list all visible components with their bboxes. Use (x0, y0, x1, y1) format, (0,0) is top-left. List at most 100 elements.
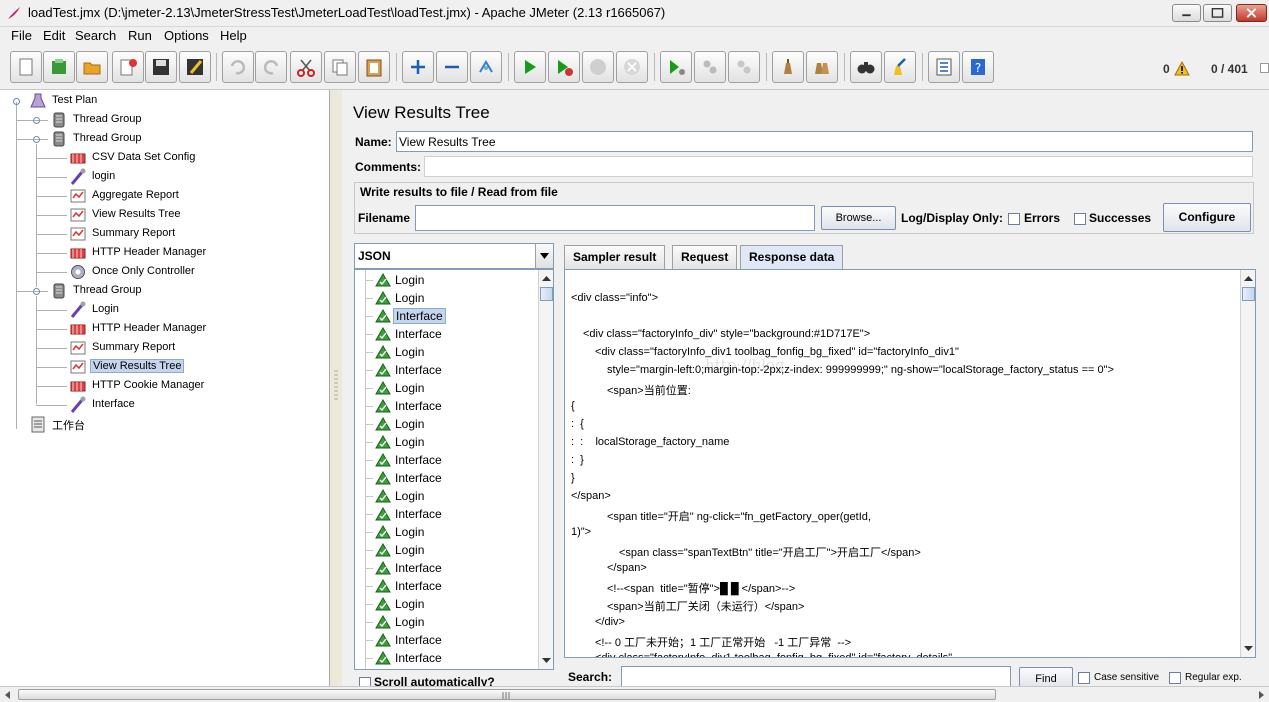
browse-button[interactable]: Browse... (821, 206, 896, 230)
thread-counter: 0 / 401 (1211, 62, 1248, 76)
success-triangle-icon (375, 363, 391, 377)
templates-button[interactable] (43, 51, 75, 83)
shutdown-button[interactable] (616, 51, 648, 83)
scroll-left-icon[interactable] (3, 690, 13, 700)
response-data-viewer[interactable]: http://blog. <div class="info"> <div clas… (564, 269, 1256, 658)
maximize-button[interactable] (1203, 4, 1232, 22)
tree-line (36, 253, 67, 254)
search-button[interactable] (850, 51, 882, 83)
scroll-thumb[interactable] (1242, 287, 1255, 301)
save-as-button[interactable] (179, 51, 211, 83)
result-item-label: Interface (395, 327, 442, 341)
tab-response-data[interactable]: Response data (740, 245, 844, 269)
toggle-button[interactable] (470, 51, 502, 83)
panel-title: View Results Tree (353, 103, 490, 122)
results-scrollbar[interactable] (538, 270, 553, 669)
scroll-thumb[interactable] (540, 287, 553, 301)
start-no-pauses-button[interactable] (548, 51, 580, 83)
bottom-scrollbar[interactable] (0, 686, 1269, 702)
menu-edit[interactable]: Edit (43, 28, 65, 43)
remote-start-button[interactable] (660, 51, 692, 83)
menu-file[interactable]: File (11, 28, 32, 43)
remote-stop-button[interactable] (694, 51, 726, 83)
name-field[interactable]: View Results Tree (396, 131, 1253, 152)
minimize-button[interactable] (1172, 4, 1201, 22)
response-line: style="margin-left:0;margin-top:-2px;z-i… (607, 364, 1114, 376)
open-button[interactable] (76, 51, 108, 83)
warning-icon[interactable] (1174, 61, 1190, 76)
stop-button[interactable] (582, 51, 614, 83)
successes-checkbox[interactable] (1074, 213, 1086, 225)
cut-button[interactable] (290, 51, 322, 83)
close-window-button[interactable] (1236, 4, 1267, 22)
result-item-label: Interface (395, 633, 442, 647)
collapse-all-button[interactable] (436, 51, 468, 83)
renderer-dropdown-button[interactable] (535, 244, 553, 268)
menu-search[interactable]: Search (75, 28, 116, 43)
response-line: </span> (607, 562, 647, 574)
paste-button[interactable] (358, 51, 390, 83)
scroll-down-icon[interactable] (540, 654, 553, 667)
close-button[interactable] (112, 51, 144, 83)
tree-line (365, 478, 373, 479)
comments-field[interactable] (424, 156, 1253, 177)
filename-field[interactable] (415, 205, 815, 231)
tree-line (36, 386, 67, 387)
errors-checkbox[interactable] (1008, 213, 1020, 225)
case-sensitive-checkbox[interactable] (1078, 672, 1090, 684)
split-pane-divider[interactable] (331, 90, 341, 686)
configure-button[interactable]: Configure (1163, 203, 1251, 232)
tree-toggle-icon[interactable] (12, 97, 21, 106)
scroll-down-icon[interactable] (1242, 642, 1255, 655)
expand-all-button[interactable] (402, 51, 434, 83)
remote-shutdown-button[interactable] (728, 51, 760, 83)
status-indicator (1260, 63, 1269, 73)
tab-sampler-result[interactable]: Sampler result (564, 245, 666, 269)
scroll-up-icon[interactable] (540, 272, 553, 285)
scroll-up-icon[interactable] (1242, 272, 1255, 285)
new-button[interactable] (10, 51, 42, 83)
success-triangle-icon (375, 597, 391, 611)
reset-search-button[interactable] (884, 51, 916, 83)
scroll-right-icon[interactable] (1256, 690, 1266, 700)
response-line: <!--<span title="暂停">█ █ </span>--> (607, 583, 796, 595)
response-line: <span>当前工厂关闭（未运行）</span> (607, 601, 805, 613)
scroll-thumb[interactable] (18, 689, 996, 700)
tree-toggle-icon[interactable] (32, 116, 41, 125)
save-icon (153, 59, 169, 75)
start-button[interactable] (514, 51, 546, 83)
success-triangle-icon (375, 435, 391, 449)
config-icon (70, 381, 86, 392)
sampler-icon (70, 168, 86, 185)
renderer-select[interactable]: JSON (354, 243, 554, 269)
tree-toggle-icon[interactable] (32, 135, 41, 144)
redo-button[interactable] (255, 51, 287, 83)
menu-run[interactable]: Run (128, 28, 152, 43)
menu-help[interactable]: Help (220, 28, 247, 43)
clear-all-button[interactable] (806, 51, 838, 83)
regular-exp-checkbox[interactable] (1169, 672, 1181, 684)
help-button[interactable]: ? (962, 51, 994, 83)
clear-button[interactable] (772, 51, 804, 83)
svg-text:?: ? (975, 61, 981, 75)
tree-line (365, 550, 373, 551)
tree-line (365, 370, 373, 371)
success-triangle-icon (375, 543, 391, 557)
tab-request[interactable]: Request (672, 245, 738, 269)
search-input[interactable] (621, 666, 1011, 688)
undo-button[interactable] (222, 51, 254, 83)
write-results-group: Write results to file / Read from file F… (354, 182, 1254, 234)
tree-line (365, 406, 373, 407)
save-button[interactable] (145, 51, 177, 83)
tree-node-label: Test Plan (52, 94, 98, 106)
response-scrollbar[interactable] (1240, 270, 1255, 657)
menu-options[interactable]: Options (164, 28, 209, 43)
copy-button[interactable] (324, 51, 356, 83)
result-item-label: Login (395, 291, 425, 305)
tree-line (36, 234, 67, 235)
listener-icon (70, 208, 86, 222)
function-helper-button[interactable] (928, 51, 960, 83)
tree-toggle-icon[interactable] (32, 287, 41, 296)
tree-node-label: Summary Report (92, 341, 176, 353)
tree-line (36, 367, 67, 368)
